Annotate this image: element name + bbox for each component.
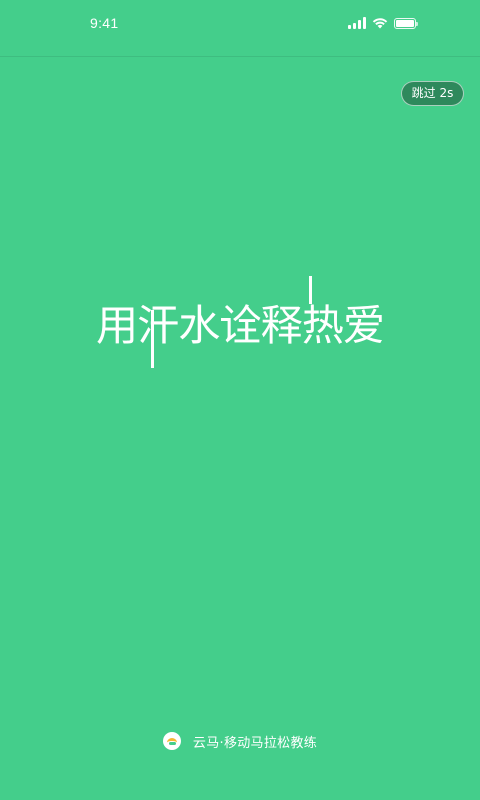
splash-screen: 9:41 跳过 2s 用汗水诠释热爱 云马·移动马拉松教练: [0, 0, 480, 800]
slogan: 用汗水诠释热爱: [0, 268, 480, 378]
status-bar: 9:41: [0, 0, 480, 57]
brand-name: 云马·移动马拉松教练: [192, 735, 318, 751]
slogan-graphic: 用汗水诠释热爱: [96, 276, 385, 368]
status-time: 9:41: [90, 15, 119, 31]
skip-button[interactable]: 跳过 2s: [401, 81, 464, 106]
signal-icon: [348, 17, 366, 29]
footer-brand: 云马·移动马拉松教练: [0, 728, 480, 754]
battery-icon: [394, 17, 418, 29]
status-icons: [348, 15, 418, 31]
slogan-text: 用汗水诠释热爱: [96, 301, 384, 350]
app-logo-icon: [162, 732, 181, 750]
wifi-icon: [372, 18, 388, 29]
